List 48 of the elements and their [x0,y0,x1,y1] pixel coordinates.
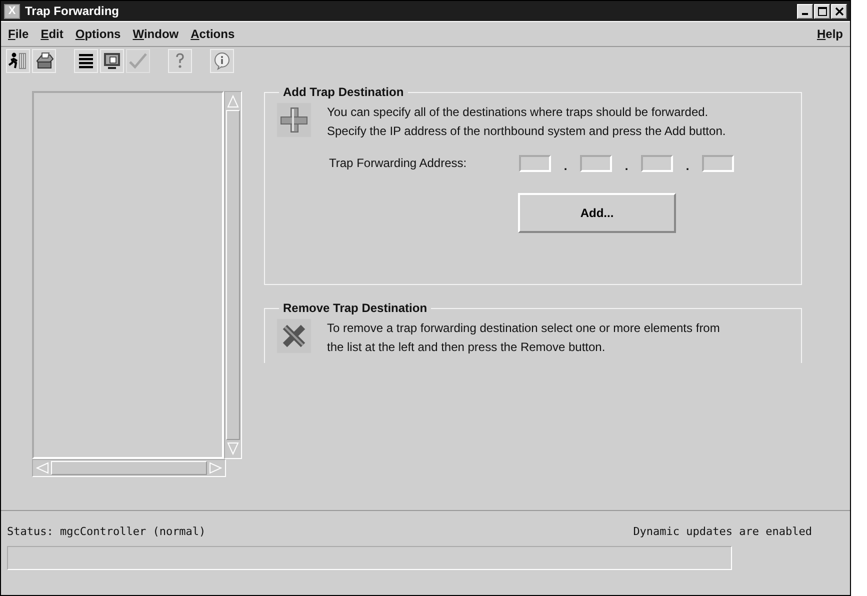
scroll-down-arrow-icon[interactable] [226,442,240,456]
toolbar-button[interactable] [100,49,124,73]
printer-icon [34,51,54,71]
info-icon [212,51,232,71]
status-text: Status: mgcController (normal) [7,525,206,538]
runner-icon [8,51,28,71]
menu-item[interactable]: Window [132,27,179,41]
menu-item[interactable]: Help [816,27,843,41]
ip-octet-field[interactable] [702,154,734,172]
scroll-left-arrow-icon[interactable] [35,461,49,475]
description-text: You can specify all of the destinations where traps should be forwarded. Specify the IP address of the northbound system and press the Add button. [327,104,726,140]
toolbar-button[interactable] [6,49,30,73]
toolbar-button[interactable] [74,49,98,73]
scroll-right-arrow-icon[interactable] [209,461,223,475]
window-title: Trap Forwarding [25,4,120,18]
scroll-up-arrow-icon[interactable] [226,94,240,108]
section-title: Add Trap Destination [282,85,405,99]
list-icon [76,51,96,71]
cross-icon [277,319,311,353]
maximize-button[interactable] [814,4,830,18]
plus-icon [277,103,311,137]
section-title: Remove Trap Destination [282,301,428,315]
add-button[interactable]: Add... [518,193,676,233]
menu-item[interactable]: Actions [190,27,235,41]
ip-octet-field[interactable] [641,154,673,172]
separator-text: . [624,158,630,173]
close-button[interactable] [831,4,847,18]
ip-octet-field[interactable] [580,154,612,172]
toolbar-button[interactable] [32,49,56,73]
close-icon [834,6,844,16]
minimize-icon [802,13,808,15]
separator-text: . [562,158,568,173]
monitor-icon [102,51,122,71]
checkmark-icon [128,51,148,71]
vertical-scrollbar[interactable] [224,91,242,459]
updates-status-text: Dynamic updates are enabled [633,525,812,538]
horizontal-scrollbar[interactable] [32,459,226,477]
minimize-button[interactable] [797,4,813,18]
menu-item[interactable]: Options [75,27,121,41]
maximize-icon [818,6,826,16]
scrollbar-thumb[interactable] [226,110,240,440]
separator-text: . [684,158,690,173]
field-label: Trap Forwarding Address: [329,156,468,170]
description-text: To remove a trap forwarding destination select one or more elements from the list at the left and then press the Remove button. [327,320,720,356]
menu-item[interactable]: Edit [40,27,64,41]
menu-item[interactable]: File [8,27,29,41]
scrollbar-thumb[interactable] [51,461,207,475]
ip-octet-field[interactable] [519,154,551,172]
